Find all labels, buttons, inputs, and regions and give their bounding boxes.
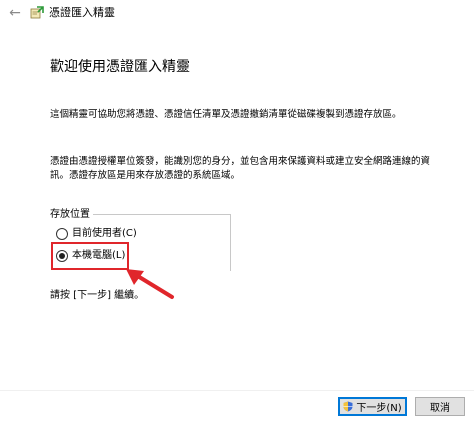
- store-location-label: 存放位置: [50, 209, 93, 221]
- radio-button-unchecked[interactable]: [56, 228, 68, 240]
- radio-current-user[interactable]: 目前使用者(C): [56, 227, 137, 241]
- intro-paragraph: 這個精靈可協助您將憑證、憑證信任清單及憑證撤銷清單從磁碟複製到憑證存放區。: [50, 109, 402, 120]
- certificate-wizard-icon: [30, 6, 44, 19]
- radio-current-user-label: 目前使用者(C): [72, 228, 137, 239]
- instruction-text: 請按 [下一步] 繼續。: [50, 290, 145, 301]
- highlight-annotation-box: [51, 242, 129, 270]
- next-button-label: 下一步(N): [356, 403, 402, 414]
- certificate-import-wizard-window: ← 憑證匯入精靈 歡迎使用憑證匯入精靈 這個精靈可協助您將憑證、憑證信任清單及憑…: [0, 0, 474, 422]
- cancel-button[interactable]: 取消: [415, 397, 465, 416]
- title-bar: ← 憑證匯入精靈: [0, 0, 474, 28]
- window-title: 憑證匯入精靈: [49, 6, 115, 19]
- footer-divider: [0, 390, 474, 391]
- back-button[interactable]: ←: [6, 4, 24, 22]
- description-paragraph: 憑證由憑證授權單位簽發，能識別您的身分，並包含用來保護資料或建立安全網路連線的資…: [50, 156, 431, 181]
- cancel-button-label: 取消: [430, 403, 450, 414]
- back-arrow-icon: ←: [9, 5, 21, 21]
- page-title: 歡迎使用憑證匯入精靈: [50, 59, 190, 75]
- next-button[interactable]: 下一步(N): [338, 397, 407, 416]
- uac-shield-icon: [343, 401, 353, 412]
